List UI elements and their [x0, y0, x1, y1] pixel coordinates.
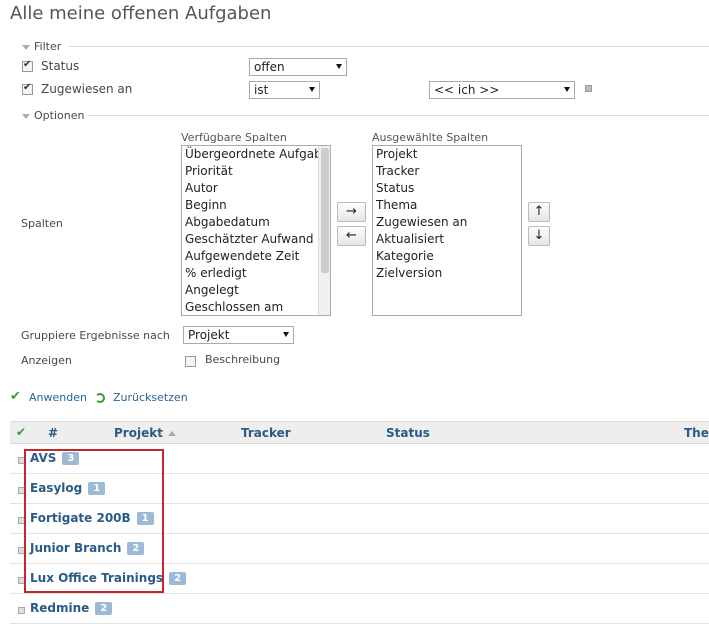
remove-column-button[interactable]: ←	[337, 226, 366, 246]
list-item[interactable]: Geschätzter Aufwand	[182, 231, 330, 248]
options-legend-label: Optionen	[34, 109, 85, 122]
highlight-box	[24, 449, 164, 593]
reset-link[interactable]: Zurücksetzen	[113, 391, 188, 404]
column-header-project[interactable]: Projekt	[114, 426, 176, 440]
table-row[interactable]: Redmine 2	[10, 594, 709, 624]
list-item[interactable]: % erledigt	[182, 265, 330, 282]
apply-link[interactable]: Anwenden	[29, 391, 87, 404]
selected-columns-list[interactable]: Projekt Tracker Status Thema Zugewiesen …	[372, 145, 522, 316]
status-select-value: offen	[254, 60, 285, 74]
checkmark-icon: ✔	[10, 389, 21, 404]
available-columns-list[interactable]: Übergeordnete Aufgabe Priorität Autor Be…	[181, 145, 331, 316]
chevron-down-icon	[336, 64, 342, 69]
status-filter-label: Status	[41, 59, 80, 73]
assigned-filter-label: Zugewiesen an	[41, 82, 133, 96]
table-header: ✔ # Projekt Tracker Status The	[10, 421, 709, 444]
list-item[interactable]: Tracker	[373, 163, 521, 180]
column-header-project-label: Projekt	[114, 426, 163, 440]
list-item[interactable]: Übergeordnete Aufgabe	[182, 146, 330, 163]
list-item[interactable]: Status	[373, 180, 521, 197]
expand-icon[interactable]	[18, 607, 25, 614]
list-item[interactable]: Projekt	[373, 146, 521, 163]
count-badge: 2	[169, 572, 187, 585]
assigned-checkbox[interactable]	[22, 82, 33, 95]
group-by-select[interactable]: Projekt	[183, 326, 294, 344]
toggle-all-checkbox-icon[interactable]: ✔	[16, 425, 26, 439]
list-item[interactable]: Geschlossen am	[182, 299, 330, 315]
scrollbar-thumb[interactable]	[321, 148, 329, 273]
group-name[interactable]: Redmine	[30, 601, 89, 615]
chevron-down-icon	[283, 332, 289, 337]
description-option-label: Beschreibung	[205, 353, 281, 366]
assigned-value-select[interactable]: << ich >>	[429, 81, 575, 99]
page-title: Alle meine offenen Aufgaben	[10, 3, 272, 24]
list-item[interactable]: Kategorie	[373, 248, 521, 265]
list-item[interactable]: Aufgewendete Zeit	[182, 248, 330, 265]
selected-columns-label: Ausgewählte Spalten	[372, 131, 489, 144]
assigned-operator-select[interactable]: ist	[249, 81, 320, 99]
scrollbar[interactable]	[318, 146, 330, 315]
options-divider	[88, 115, 709, 116]
assigned-value-text: << ich >>	[434, 83, 500, 97]
column-header-status[interactable]: Status	[386, 426, 430, 440]
list-item[interactable]: Angelegt	[182, 282, 330, 299]
move-down-button[interactable]: ↓	[528, 226, 550, 246]
collapse-icon[interactable]	[22, 44, 30, 50]
show-label: Anzeigen	[21, 354, 72, 367]
collapse-icon[interactable]	[22, 113, 30, 119]
column-header-subject[interactable]: The	[684, 426, 709, 440]
list-item[interactable]: Beginn	[182, 197, 330, 214]
column-header-tracker[interactable]: Tracker	[241, 426, 291, 440]
list-item[interactable]: Priorität	[182, 163, 330, 180]
description-checkbox[interactable]	[185, 356, 196, 367]
list-item[interactable]: Thema	[373, 197, 521, 214]
chevron-down-icon	[309, 87, 315, 92]
reload-icon	[95, 393, 105, 403]
count-badge: 2	[95, 602, 113, 615]
filter-divider	[68, 46, 709, 47]
chevron-down-icon	[564, 87, 570, 92]
status-select[interactable]: offen	[249, 58, 347, 76]
sort-ascending-icon	[167, 431, 176, 436]
list-item[interactable]: Zielversion	[373, 265, 521, 282]
available-columns-label: Verfügbare Spalten	[181, 131, 287, 144]
list-item[interactable]: Abgabedatum	[182, 214, 330, 231]
group-by-label: Gruppiere Ergebnisse nach	[21, 329, 170, 342]
columns-label: Spalten	[21, 217, 63, 230]
list-item[interactable]: Autor	[182, 180, 330, 197]
list-item[interactable]: Zugewiesen an	[373, 214, 521, 231]
remove-filter-icon[interactable]	[585, 85, 592, 92]
options-legend[interactable]: Optionen	[22, 109, 84, 122]
move-up-button[interactable]: ↑	[528, 202, 550, 222]
group-by-value: Projekt	[188, 328, 230, 342]
filter-legend-label: Filter	[34, 40, 62, 53]
add-column-button[interactable]: →	[337, 202, 366, 222]
list-item[interactable]: Aktualisiert	[373, 231, 521, 248]
column-header-id[interactable]: #	[48, 426, 58, 440]
status-checkbox[interactable]	[22, 59, 33, 72]
assigned-operator-value: ist	[254, 83, 269, 97]
filter-legend[interactable]: Filter	[22, 40, 61, 53]
